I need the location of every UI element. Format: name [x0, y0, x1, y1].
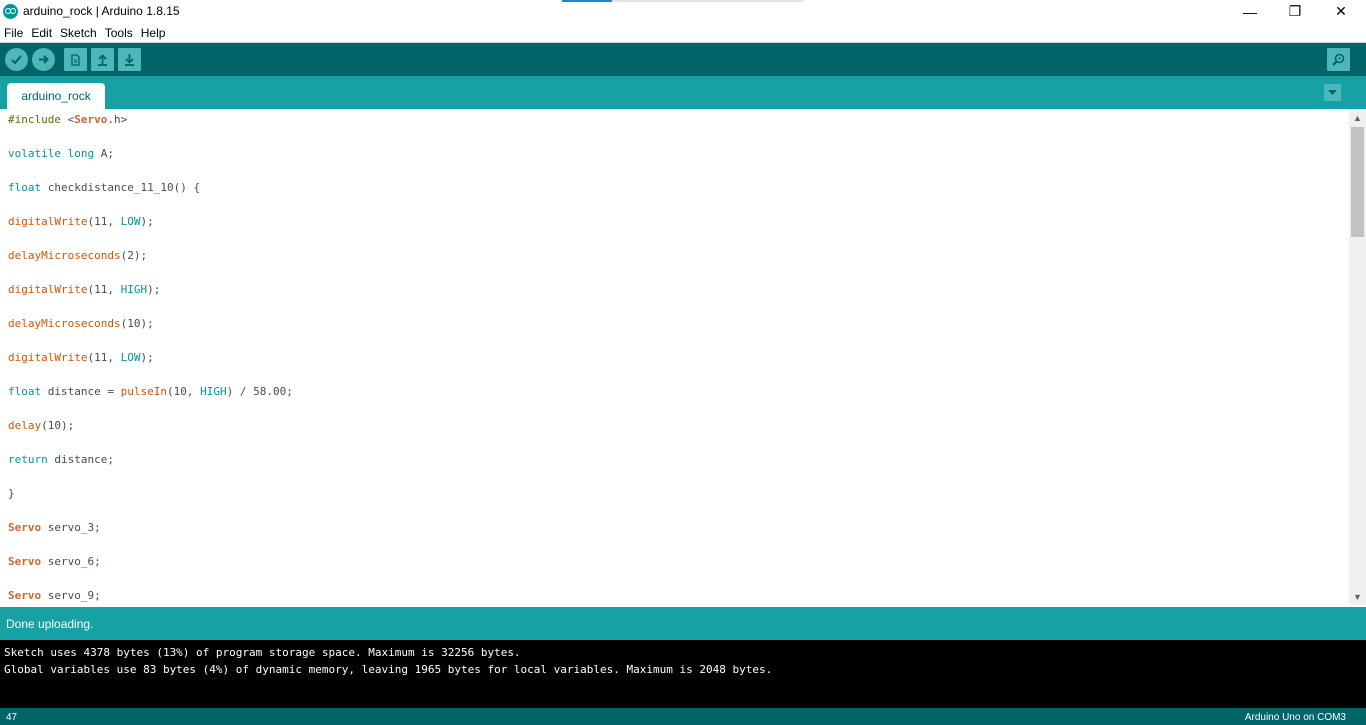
- status-bar: Done uploading.: [0, 607, 1366, 640]
- code-token: float: [8, 385, 42, 398]
- code-token: digitalWrite: [8, 215, 88, 228]
- console-line: Sketch uses 4378 bytes (13%) of program …: [4, 646, 521, 659]
- code-token: digitalWrite: [8, 283, 88, 296]
- editor-scrollbar[interactable]: ▲ ▼: [1349, 109, 1366, 605]
- code-line: delay(10);: [8, 419, 75, 432]
- menu-tools[interactable]: Tools: [105, 26, 137, 40]
- code-line: Servo servo_9;: [8, 589, 101, 602]
- code-line: volatile long A;: [8, 147, 114, 160]
- restore-icon: ❐: [1288, 3, 1302, 19]
- new-button[interactable]: [64, 48, 87, 71]
- serial-monitor-button[interactable]: [1327, 48, 1350, 71]
- tab-arduino-rock[interactable]: arduino_rock: [7, 83, 105, 109]
- close-button[interactable]: ✕: [1318, 0, 1364, 23]
- code-token: HIGH: [200, 385, 227, 398]
- tab-menu-button[interactable]: [1324, 84, 1341, 101]
- status-message: Done uploading.: [6, 616, 94, 631]
- code-line: float distance = pulseIn(10, HIGH) / 58.…: [8, 385, 293, 398]
- scrollbar-thumb[interactable]: [1351, 127, 1364, 237]
- console-line: Global variables use 83 bytes (4%) of dy…: [4, 663, 773, 676]
- document-icon: [71, 53, 80, 66]
- code-token: Servo: [8, 521, 42, 534]
- code-token: delayMicroseconds: [8, 317, 121, 330]
- code-token: HIGH: [120, 283, 148, 296]
- arrow-up-icon: [98, 54, 107, 66]
- close-icon: ✕: [1335, 3, 1347, 19]
- toolbar: [0, 43, 1366, 76]
- code-token: long: [67, 147, 95, 160]
- save-button[interactable]: [118, 48, 141, 71]
- board-info: Arduino Uno on COM3: [1244, 712, 1346, 723]
- upload-button[interactable]: [32, 48, 55, 71]
- maximize-button[interactable]: ❐: [1272, 0, 1318, 23]
- code-line: return distance;: [8, 453, 114, 466]
- line-number: 47: [6, 712, 18, 723]
- code-line: digitalWrite(11, LOW);: [8, 215, 154, 228]
- code-token: LOW: [120, 215, 141, 228]
- footer-bar: 47 Arduino Uno on COM3: [0, 708, 1366, 725]
- checkmark-icon: [11, 55, 22, 65]
- minimize-icon: —: [1243, 3, 1257, 20]
- code-editor[interactable]: #include <Servo.h> volatile long A; floa…: [0, 109, 1349, 605]
- code-token: LOW: [120, 351, 141, 364]
- code-token: #include: [8, 113, 61, 126]
- menu-bar: File Edit Sketch Tools Help: [0, 23, 1366, 43]
- code-line: delayMicroseconds(10);: [8, 317, 154, 330]
- code-line: delayMicroseconds(2);: [8, 249, 148, 262]
- code-token: pulseIn: [120, 385, 167, 398]
- code-line: digitalWrite(11, HIGH);: [8, 283, 161, 296]
- code-token: Servo: [8, 589, 42, 602]
- code-line: float checkdistance_11_10() {: [8, 181, 201, 194]
- code-token: Servo: [74, 113, 108, 126]
- code-token: return: [8, 453, 48, 466]
- code-line: #include <Servo.h>: [8, 113, 128, 126]
- menu-sketch[interactable]: Sketch: [60, 26, 101, 40]
- code-line: digitalWrite(11, LOW);: [8, 351, 154, 364]
- window-title: arduino_rock | Arduino 1.8.15: [23, 4, 180, 18]
- minimize-button[interactable]: —: [1227, 0, 1273, 23]
- arrow-down-icon: [125, 54, 134, 66]
- code-token: digitalWrite: [8, 351, 88, 364]
- taskbar-strip-accent: [562, 0, 612, 2]
- code-token: delayMicroseconds: [8, 249, 121, 262]
- code-line: Servo servo_6;: [8, 555, 101, 568]
- menu-file[interactable]: File: [4, 26, 27, 40]
- menu-edit[interactable]: Edit: [31, 26, 56, 40]
- title-bar: arduino_rock | Arduino 1.8.15 — ❐ ✕: [0, 0, 1366, 23]
- code-token: Servo: [8, 555, 42, 568]
- verify-button[interactable]: [5, 48, 28, 71]
- console-output[interactable]: Sketch uses 4378 bytes (13%) of program …: [0, 640, 1366, 708]
- code-token: delay: [8, 419, 42, 432]
- code-line: Servo servo_3;: [8, 521, 101, 534]
- chevron-down-icon: [1328, 89, 1337, 95]
- scroll-down-icon[interactable]: ▼: [1349, 588, 1366, 605]
- tab-bar: arduino_rock: [0, 76, 1366, 109]
- arrow-right-icon: [39, 55, 49, 64]
- menu-help[interactable]: Help: [141, 26, 170, 40]
- open-button[interactable]: [91, 48, 114, 71]
- scroll-up-icon[interactable]: ▲: [1349, 109, 1366, 126]
- code-token: volatile: [8, 147, 61, 160]
- magnifier-icon: [1332, 53, 1345, 66]
- arduino-logo-icon: [3, 4, 18, 19]
- code-token: float: [8, 181, 42, 194]
- code-line: }: [8, 487, 15, 500]
